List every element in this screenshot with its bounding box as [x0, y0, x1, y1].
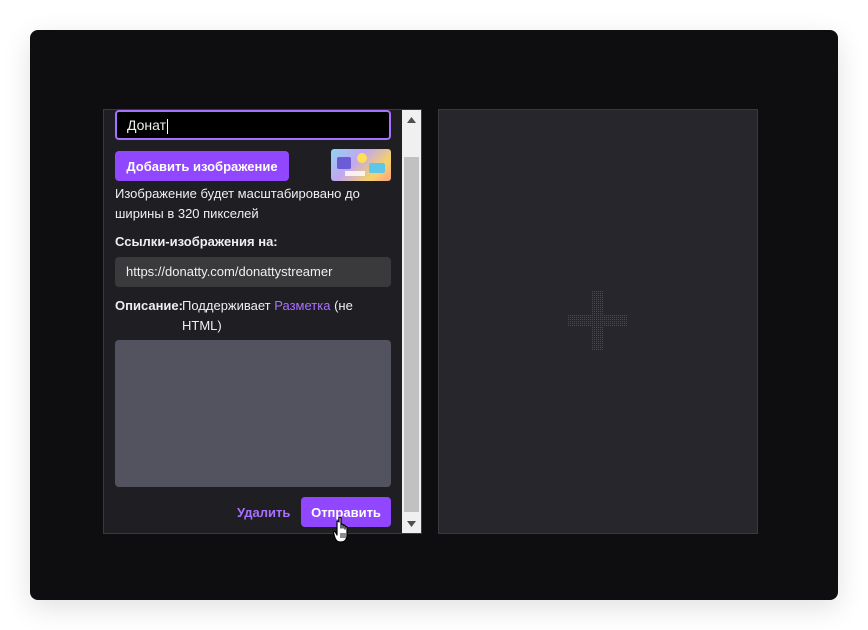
panel-title-input[interactable]: Донат [115, 110, 391, 140]
image-scale-hint: Изображение будет масштабировано до шири… [115, 186, 360, 221]
description-hint: Поддерживает Разметка (не HTML) [182, 296, 382, 336]
editor-scrollbar[interactable] [402, 110, 421, 533]
panel-title-value: Донат [127, 117, 167, 133]
hand-pointer-icon [333, 516, 348, 543]
description-textarea[interactable] [115, 340, 391, 487]
description-label: Описание: [115, 298, 183, 313]
text-caret [167, 118, 169, 134]
delete-button[interactable]: Удалить [237, 505, 290, 520]
panel-image-thumbnail[interactable] [331, 149, 391, 181]
description-hint-prefix: Поддерживает [182, 298, 271, 313]
scroll-down-arrow-icon[interactable] [402, 514, 421, 533]
plus-icon [568, 291, 628, 351]
image-link-field[interactable]: https://donatty.com/donattystreamer [115, 257, 391, 287]
add-image-button[interactable]: Добавить изображение [115, 151, 289, 181]
markdown-link[interactable]: Разметка [274, 298, 330, 313]
add-panel-placeholder[interactable] [438, 109, 758, 534]
panel-editor: Донат Добавить изображение Изображение б… [103, 109, 422, 534]
scrollbar-thumb[interactable] [404, 157, 419, 512]
scroll-up-arrow-icon[interactable] [402, 110, 421, 129]
image-links-label: Ссылки-изображения на: [115, 234, 278, 249]
